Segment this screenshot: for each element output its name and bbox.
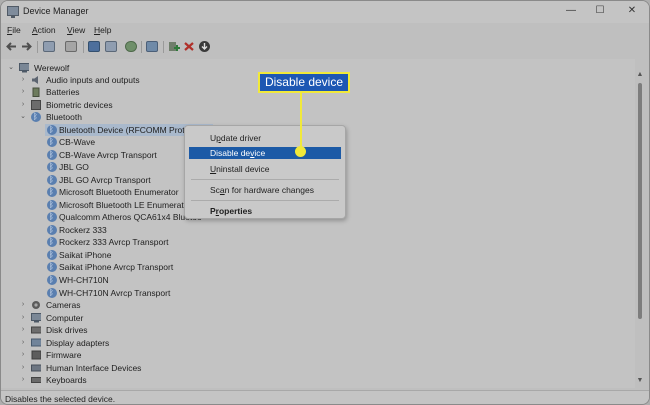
- remove-device-icon[interactable]: [183, 41, 195, 52]
- device-manager-window: Device Manager — ☐ ✕ File Action View He…: [0, 0, 650, 405]
- status-text: Disables the selected device.: [5, 394, 116, 404]
- menu-item-update-driver[interactable]: Update driver: [189, 132, 341, 144]
- bluetooth-icon: [47, 274, 57, 286]
- forward-icon[interactable]: [21, 41, 33, 52]
- bluetooth-icon: [47, 136, 57, 148]
- display-icon: [31, 338, 41, 347]
- speaker-icon: [32, 76, 38, 84]
- toolbar: [1, 38, 649, 56]
- scroll-down-icon[interactable]: ▼: [636, 377, 644, 385]
- bluetooth-icon: [47, 186, 57, 198]
- computer-icon: [31, 313, 41, 323]
- battery-icon: [32, 87, 40, 97]
- bluetooth-icon: [47, 211, 57, 223]
- context-menu: Update driver Disable device Uninstall d…: [184, 125, 346, 219]
- vertical-scrollbar[interactable]: ▲ ▼: [635, 59, 645, 388]
- chevron-down-icon[interactable]: ⌄: [19, 111, 27, 123]
- chevron-right-icon[interactable]: ›: [19, 86, 27, 98]
- monitor-icon[interactable]: [146, 41, 158, 52]
- list-icon[interactable]: [65, 41, 77, 52]
- properties-sheet-icon[interactable]: [43, 41, 55, 52]
- callout-pointer-dot: [295, 146, 306, 157]
- menu-separator: [191, 179, 339, 180]
- scroll-up-icon[interactable]: ▲: [636, 71, 644, 79]
- chevron-right-icon[interactable]: ›: [19, 374, 27, 386]
- chip-icon: [31, 350, 41, 360]
- help-icon[interactable]: [88, 41, 100, 52]
- menu-bar: File Action View Help: [1, 23, 649, 37]
- bluetooth-icon: [47, 261, 57, 273]
- computer-icon: [19, 63, 29, 73]
- refresh-icon[interactable]: [125, 41, 137, 52]
- scroll-thumb[interactable]: [638, 83, 642, 319]
- bluetooth-icon: [47, 149, 57, 161]
- download-icon[interactable]: [198, 40, 211, 53]
- bluetooth-icon: [47, 249, 57, 261]
- fingerprint-icon: [31, 100, 41, 110]
- device-tree[interactable]: ⌄ Werewolf › Audio inputs and outputs › …: [1, 59, 635, 388]
- chevron-right-icon[interactable]: ›: [19, 74, 27, 86]
- back-icon[interactable]: [5, 41, 17, 52]
- show-hidden-icon[interactable]: [105, 41, 117, 52]
- window-title: Device Manager: [23, 6, 89, 16]
- chevron-right-icon[interactable]: ›: [19, 299, 27, 311]
- menu-separator: [191, 200, 339, 201]
- bluetooth-icon: [47, 124, 57, 136]
- menu-item-uninstall-device[interactable]: Uninstall device: [189, 163, 341, 175]
- chevron-right-icon[interactable]: ›: [19, 312, 27, 324]
- callout-label: Disable device: [258, 72, 350, 93]
- menu-item-disable-device[interactable]: Disable device: [189, 147, 341, 159]
- chevron-right-icon[interactable]: ›: [19, 99, 27, 111]
- add-driver-icon[interactable]: [168, 41, 180, 52]
- close-button[interactable]: ✕: [624, 4, 640, 18]
- bluetooth-icon: [47, 224, 57, 236]
- callout-pointer-line: [300, 93, 302, 147]
- menu-item-properties[interactable]: Properties: [189, 205, 341, 217]
- bluetooth-icon: [31, 111, 41, 123]
- bluetooth-icon: [47, 161, 57, 173]
- bluetooth-icon: [47, 287, 57, 299]
- device-manager-app-icon: [7, 6, 19, 18]
- chevron-right-icon[interactable]: ›: [19, 349, 27, 361]
- maximize-button[interactable]: ☐: [592, 4, 608, 18]
- chevron-down-icon[interactable]: ⌄: [7, 62, 15, 74]
- toolbar-separator: [163, 41, 164, 53]
- toolbar-separator: [83, 41, 84, 53]
- menu-view[interactable]: View: [67, 25, 85, 35]
- chevron-right-icon[interactable]: ›: [19, 362, 27, 374]
- title-bar[interactable]: Device Manager — ☐ ✕: [1, 1, 649, 23]
- menu-file[interactable]: File: [7, 25, 21, 35]
- bluetooth-icon: [47, 236, 57, 248]
- menu-help[interactable]: Help: [94, 25, 111, 35]
- chevron-right-icon[interactable]: ›: [19, 324, 27, 336]
- status-bar: Disables the selected device.: [1, 390, 649, 404]
- menu-action[interactable]: Action: [32, 25, 56, 35]
- disk-icon: [31, 326, 41, 334]
- camera-icon: [32, 301, 40, 309]
- keyboard-icon: [31, 377, 41, 383]
- hid-icon: [31, 364, 41, 372]
- chevron-right-icon[interactable]: ›: [19, 337, 27, 349]
- menu-item-scan-hardware[interactable]: Scan for hardware changes: [189, 184, 341, 196]
- toolbar-separator: [37, 41, 38, 53]
- toolbar-separator: [141, 41, 142, 53]
- minimize-button[interactable]: —: [563, 4, 579, 18]
- bluetooth-icon: [47, 199, 57, 211]
- bluetooth-icon: [47, 174, 57, 186]
